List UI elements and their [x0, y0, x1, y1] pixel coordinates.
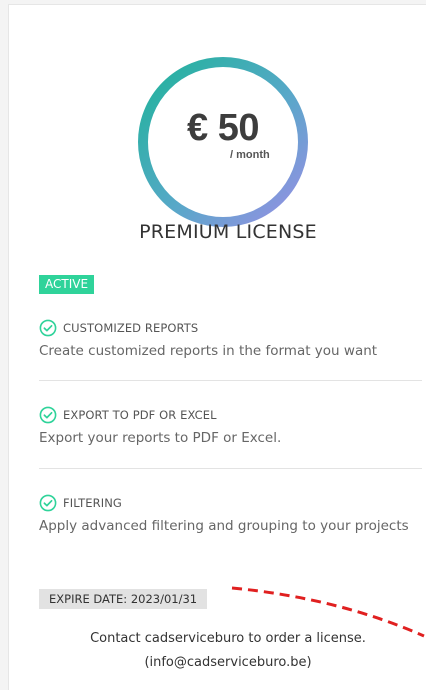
- feature-title: EXPORT TO PDF OR EXCEL: [63, 408, 217, 422]
- feature-description: Create customized reports in the format …: [39, 343, 378, 359]
- price-ring: € 50 / month: [136, 55, 310, 229]
- contact-email: (info@cadserviceburo.be): [144, 655, 312, 670]
- feature-description: Export your reports to PDF or Excel.: [39, 430, 282, 446]
- annotation-arrow: [231, 586, 425, 638]
- check-circle-icon: [39, 494, 57, 512]
- status-badge: ACTIVE: [39, 275, 95, 294]
- feature-title: CUSTOMIZED REPORTS: [63, 321, 199, 335]
- check-circle-icon: [39, 406, 57, 424]
- price-period: / month: [230, 149, 270, 161]
- divider: [39, 380, 422, 381]
- expire-date-badge: EXPIRE DATE: 2023/01/31: [39, 589, 208, 609]
- price-amount: € 50: [187, 107, 259, 149]
- feature-item: CUSTOMIZED REPORTS Create customized rep…: [39, 317, 423, 362]
- feature-title: FILTERING: [63, 496, 122, 510]
- check-circle-icon: [39, 319, 57, 337]
- license-title: PREMIUM LICENSE: [139, 221, 317, 243]
- divider: [39, 468, 422, 469]
- feature-description: Apply advanced filtering and grouping to…: [39, 518, 409, 534]
- feature-item: FILTERING Apply advanced filtering and g…: [39, 492, 423, 537]
- feature-item: EXPORT TO PDF OR EXCEL Export your repor…: [39, 404, 423, 449]
